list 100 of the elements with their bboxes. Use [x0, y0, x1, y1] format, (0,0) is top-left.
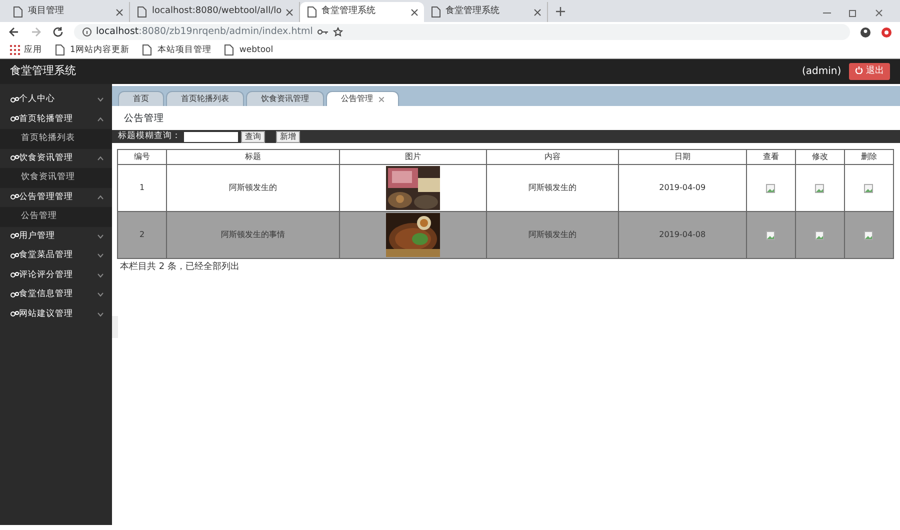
page-icon: [306, 6, 318, 18]
collapse-handle[interactable]: [112, 316, 118, 338]
broken-image-icon: [766, 230, 776, 240]
action-link[interactable]: [815, 183, 824, 192]
add-button[interactable]: 新增: [276, 130, 300, 143]
bookmark-link[interactable]: 本站项目管理: [157, 44, 212, 56]
power-icon: [855, 66, 864, 74]
address-bar[interactable]: localhost:8080/zb19nrqenb/admin/index.html: [74, 24, 850, 40]
page-icon: [136, 6, 148, 18]
column-header: 修改: [795, 150, 844, 165]
broken-image-icon: [815, 230, 824, 240]
broken-image-icon: [815, 184, 824, 193]
action-link[interactable]: [766, 183, 776, 192]
broken-image-icon: [766, 184, 776, 193]
extension-icon: [881, 26, 892, 38]
bookmark-link[interactable]: 应用: [24, 44, 42, 56]
action-link[interactable]: [766, 230, 776, 240]
bookmark-link[interactable]: 1网站内容更新: [70, 44, 130, 56]
chevron-down-icon: [97, 253, 104, 258]
gears-icon: [10, 193, 19, 202]
info-icon: [82, 27, 92, 37]
search-button[interactable]: 查询: [241, 130, 265, 143]
gears-icon: [10, 96, 19, 104]
chevron-down-icon: [97, 312, 104, 317]
gears-icon: [10, 115, 19, 124]
sidebar-item[interactable]: 首页轮播管理: [0, 110, 112, 129]
column-header: 查看: [746, 150, 796, 165]
tab[interactable]: 饮食资讯管理: [246, 91, 324, 106]
column-header: 图片: [340, 150, 487, 165]
table-cell: 阿斯顿发生的事情: [166, 212, 340, 259]
sidebar-item[interactable]: 公告管理管理: [0, 188, 112, 207]
table-cell: 2019-04-08: [618, 212, 746, 259]
chevron-down-icon: [97, 97, 104, 102]
app-title: 食堂管理系统: [10, 63, 76, 80]
chevron-up-icon: [97, 156, 104, 161]
column-header: 删除: [844, 150, 894, 165]
sidebar-item[interactable]: 饮食资讯管理: [0, 148, 112, 168]
table-cell: 2: [118, 212, 167, 259]
browser-tab[interactable]: 食堂管理系统: [300, 2, 424, 22]
tab[interactable]: 首页轮播列表: [166, 91, 244, 106]
apps-icon: [10, 45, 20, 55]
sidebar-item[interactable]: 食堂信息管理: [0, 285, 112, 304]
action-link[interactable]: [864, 230, 874, 240]
close-icon: [534, 8, 541, 16]
key-icon: [316, 27, 329, 37]
logout-button[interactable]: 退出: [849, 62, 890, 80]
gears-icon: [10, 154, 19, 162]
broken-image-icon: [864, 230, 874, 240]
sidebar-item[interactable]: 个人中心: [0, 90, 112, 110]
new-tab-icon[interactable]: [556, 7, 565, 16]
page-icon: [141, 44, 154, 56]
column-header: 内容: [486, 150, 618, 165]
column-header: 日期: [618, 150, 746, 165]
sidebar-item[interactable]: 评论评分管理: [0, 266, 112, 285]
close-icon: [116, 8, 123, 16]
page-icon: [12, 6, 24, 18]
table-row[interactable]: 1 阿斯顿发生的 阿斯顿发生的 2019-04-09: [118, 164, 894, 212]
gears-icon: [10, 290, 19, 299]
user-name: (admin): [802, 65, 842, 79]
url-text: localhost:8080/zb19nrqenb/admin/index.html: [96, 24, 313, 39]
bookmark-link[interactable]: webtool: [239, 44, 274, 56]
sidebar-subitem[interactable]: 饮食资讯管理: [0, 168, 112, 188]
page-icon: [54, 44, 66, 56]
tab[interactable]: 公告管理: [326, 91, 399, 106]
action-link[interactable]: [815, 230, 824, 240]
account-icon: [860, 26, 871, 38]
search-field[interactable]: [184, 132, 238, 142]
sidebar-subitem[interactable]: 首页轮播列表: [0, 129, 112, 148]
tab[interactable]: 首页: [118, 91, 164, 106]
sidebar-item[interactable]: 食堂菜品管理: [0, 246, 112, 266]
gears-icon: [10, 310, 19, 318]
back-icon: [8, 26, 20, 38]
broken-image-icon: [864, 184, 874, 193]
page-heading: 公告管理: [123, 112, 165, 126]
restore-icon: [848, 8, 858, 18]
page-icon: [430, 6, 442, 18]
column-header: 编号: [118, 150, 167, 165]
forward-icon: [30, 26, 42, 38]
sidebar-item[interactable]: 网站建议管理: [0, 304, 112, 324]
chevron-down-icon: [97, 234, 104, 239]
chevron-down-icon: [97, 292, 104, 298]
footer-text: 本栏目共 2 条，已经全部列出: [119, 260, 240, 274]
column-header: 标题: [166, 150, 340, 165]
gears-icon: [10, 271, 19, 280]
table-cell: 阿斯顿发生的: [486, 212, 618, 259]
chevron-up-icon: [97, 194, 104, 200]
close-icon: [874, 8, 884, 18]
page-icon: [223, 44, 236, 56]
close-icon: [286, 8, 293, 16]
chevron-up-icon: [97, 116, 104, 122]
star-icon: [332, 27, 343, 37]
reload-icon: [52, 26, 64, 38]
sidebar-subitem[interactable]: 公告管理: [0, 207, 112, 226]
gears-icon: [10, 232, 19, 240]
gears-icon: [10, 252, 19, 260]
search-label: 标题模糊查询：: [118, 130, 181, 144]
action-link[interactable]: [864, 183, 874, 192]
table-row[interactable]: 2 阿斯顿发生的事情 阿斯顿发生的 2019-04-08: [118, 212, 894, 259]
sidebar-item[interactable]: 用户管理: [0, 226, 112, 246]
chevron-down-icon: [97, 272, 104, 278]
